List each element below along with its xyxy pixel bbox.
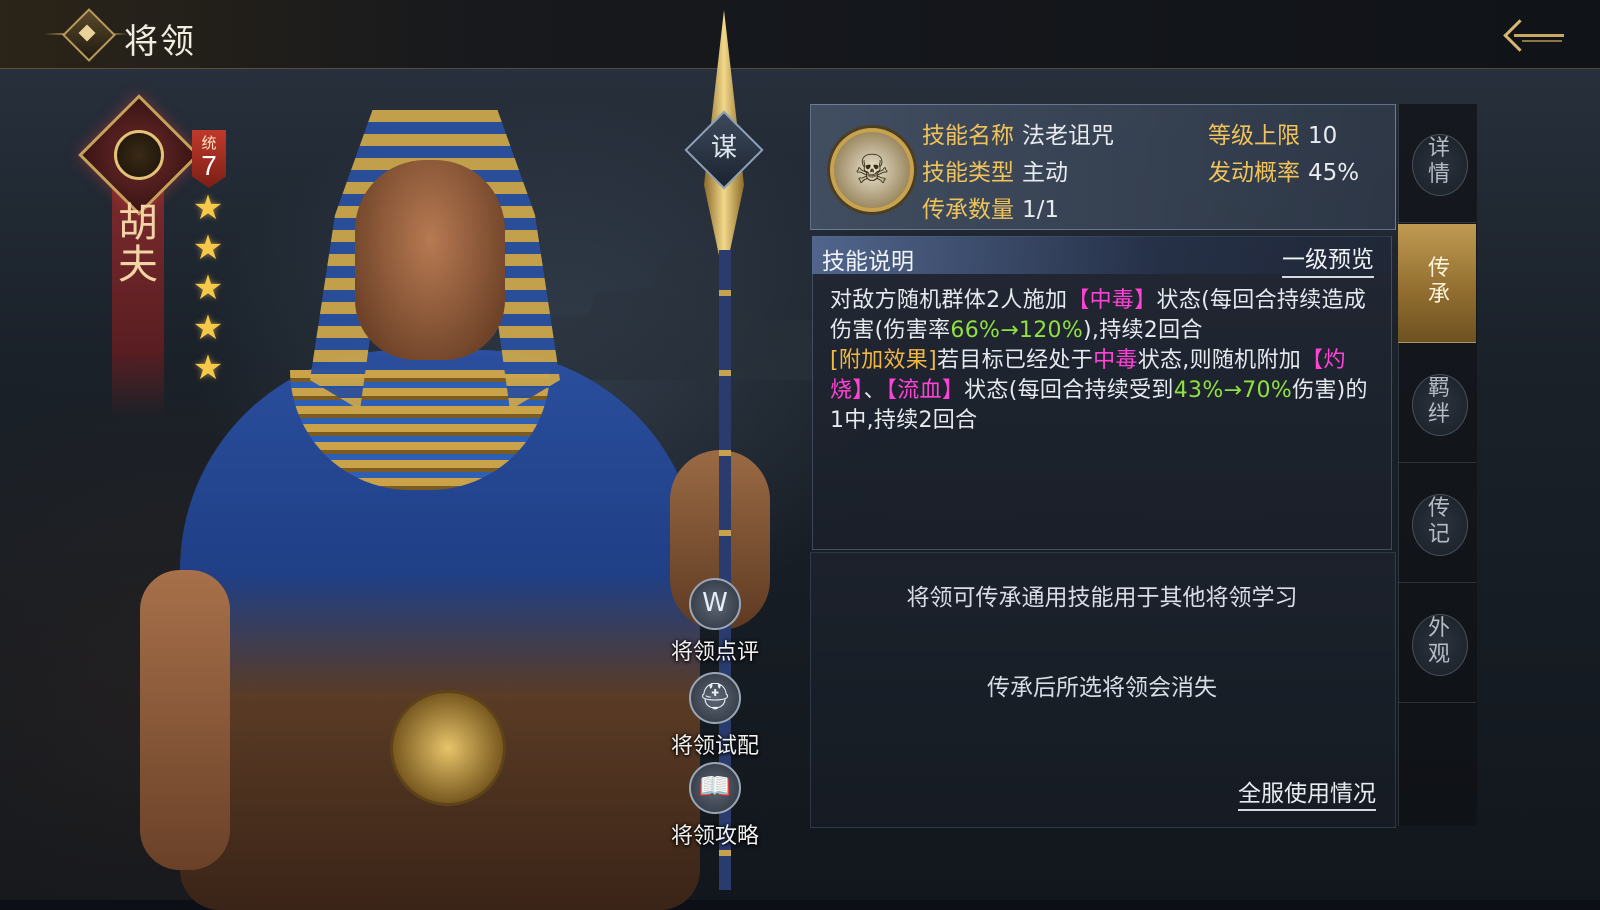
tab-label: 外 观 <box>1427 616 1450 667</box>
tab-label: 详 情 <box>1427 136 1450 187</box>
description-segment: 对敌方随机群体2人施加 <box>830 288 1068 313</box>
description-segment: 【流血】 <box>885 378 965 403</box>
skill-type-row: 技能类型 主动 <box>922 153 1068 187</box>
star-icon: ★ <box>192 348 224 388</box>
star-icon: ★ <box>192 268 224 308</box>
description-segment: 、 <box>863 378 886 403</box>
tab-label: 传 记 <box>1427 496 1450 547</box>
server-usage-link[interactable]: 全服使用情况 <box>1238 774 1376 811</box>
helmet-icon: ⛑ <box>689 672 741 724</box>
book-icon: 📖 <box>689 762 741 814</box>
star-icon: ★ <box>192 228 224 268</box>
tab-label: 传 承 <box>1427 256 1450 307</box>
skill-description-text: 对敌方随机群体2人施加【中毒】状态(每回合持续造成伤害(伤害率66%→120%)… <box>830 286 1374 436</box>
tab-inherit[interactable]: 传 承 <box>1398 224 1476 343</box>
title-diamond-icon <box>44 8 128 62</box>
description-segment: 若目标已经处于 <box>936 348 1094 373</box>
level-cap-label: 等级上限 <box>1208 123 1300 149</box>
description-segment: [附加效果] <box>830 348 937 373</box>
tab-appearance[interactable]: 外 观 <box>1398 584 1476 703</box>
general-review-button[interactable]: W 将领点评 <box>660 578 770 666</box>
page-title: 将领 <box>124 22 196 62</box>
trigger-prob-row: 发动概率 45% <box>1208 153 1359 187</box>
level-cap-row: 等级上限 10 <box>1208 116 1337 150</box>
skill-name-value: 法老诅咒 <box>1022 123 1114 149</box>
trigger-prob-label: 发动概率 <box>1208 160 1300 186</box>
tab-label: 羁 绊 <box>1427 376 1450 427</box>
inherit-note-1: 将领可传承通用技能用于其他将领学习 <box>906 585 1298 611</box>
inherit-note-2: 传承后所选将领会消失 <box>987 675 1217 701</box>
general-guide-label: 将领攻略 <box>670 824 759 849</box>
star-icon: ★ <box>192 308 224 348</box>
level-one-preview-link[interactable]: 一级预览 <box>1282 240 1374 278</box>
star-icon: ★ <box>192 188 224 228</box>
back-arrow-button[interactable] <box>1498 12 1570 58</box>
general-name: 胡 夫 <box>118 200 158 288</box>
skill-type-label: 技能类型 <box>922 160 1014 186</box>
general-trial-label: 将领试配 <box>670 734 759 759</box>
description-segment: 66%→120% <box>950 318 1084 343</box>
description-segment: 【中毒】 <box>1067 288 1157 313</box>
star-rating: ★ ★ ★ ★ ★ <box>190 190 230 390</box>
tab-details[interactable]: 详 情 <box>1398 104 1476 223</box>
description-segment: 状态,则随机附加 <box>1137 348 1302 373</box>
description-segment: ),持续2回合 <box>1083 318 1203 343</box>
general-review-label: 将领点评 <box>670 640 759 665</box>
level-cap-value: 10 <box>1308 123 1338 149</box>
skill-name-label: 技能名称 <box>922 123 1014 149</box>
skill-type-value: 主动 <box>1022 160 1068 186</box>
laurel-rank-icon <box>78 94 200 216</box>
command-value: 7 <box>201 150 217 181</box>
skill-name-row: 技能名称 法老诅咒 <box>922 116 1114 150</box>
general-trial-button[interactable]: ⛑ 将领试配 <box>660 672 770 760</box>
description-segment: 43%→70% <box>1173 378 1293 403</box>
general-guide-button[interactable]: 📖 将领攻略 <box>660 762 770 850</box>
review-icon: W <box>689 578 741 630</box>
strategy-badge-label: 谋 <box>710 133 737 163</box>
tab-biography[interactable]: 传 记 <box>1398 464 1476 583</box>
pharaoh-skull-icon[interactable]: ☠ <box>830 128 914 212</box>
inherit-count-row: 传承数量 1/1 <box>922 190 1059 224</box>
description-segment: 中毒 <box>1093 348 1138 373</box>
trigger-prob-value: 45% <box>1308 160 1360 186</box>
scarab-ornament <box>390 690 506 806</box>
description-title: 技能说明 <box>822 249 914 275</box>
top-bar: 将领 <box>0 0 1600 69</box>
inherit-count-label: 传承数量 <box>922 197 1014 223</box>
description-segment: 状态(每回合持续受到 <box>964 378 1174 403</box>
inherit-count-value: 1/1 <box>1022 197 1060 223</box>
tab-bonds[interactable]: 羁 绊 <box>1398 344 1476 463</box>
